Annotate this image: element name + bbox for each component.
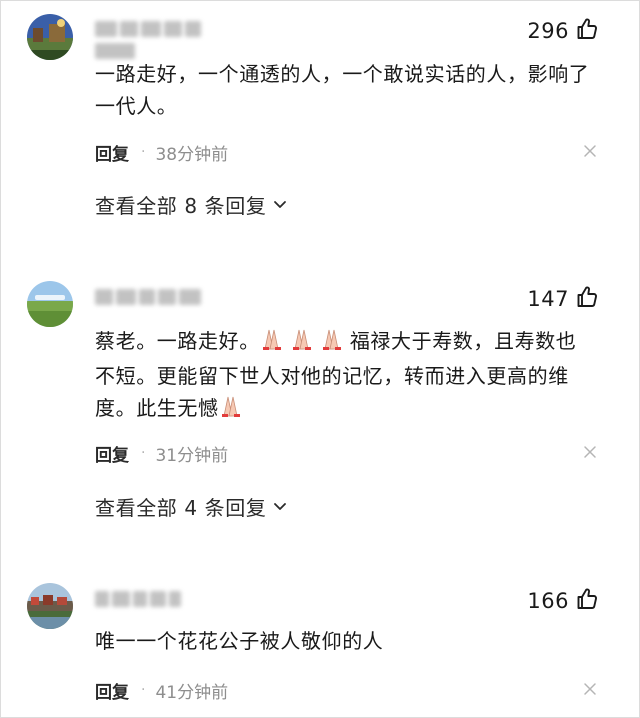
comment-text-part: 蔡老。一路走好。 [95, 329, 260, 353]
like-button[interactable]: 296 [527, 17, 599, 45]
close-icon[interactable] [583, 143, 597, 163]
username-blurred[interactable] [95, 19, 245, 59]
comment-time: 31分钟前 [155, 445, 229, 466]
thumbs-up-icon [575, 17, 599, 45]
folded-hands-emoji [219, 394, 247, 427]
like-button[interactable]: 147 [527, 285, 599, 313]
view-replies-label: 查看全部 8 条回复 [95, 194, 267, 218]
avatar[interactable] [27, 583, 73, 629]
close-icon[interactable] [583, 444, 597, 464]
comment-meta: 回复 · 31分钟前 [95, 441, 605, 466]
folded-hands-emoji [260, 327, 350, 360]
comment-meta: 回复 · 41分钟前 [95, 678, 605, 703]
like-count: 166 [527, 589, 569, 613]
avatar[interactable] [27, 14, 73, 60]
reply-button[interactable]: 回复 [95, 441, 129, 466]
comment-text: 唯一一个花花公子被人敬仰的人 [95, 629, 384, 653]
comment-text: 蔡老。一路走好。 福禄大于寿数，且寿数也不短。更能留下世人对他的记忆，转而进入更高… [95, 325, 595, 427]
separator-dot: · [141, 445, 146, 461]
thumbs-up-icon [575, 587, 599, 615]
comment-time: 41分钟前 [155, 682, 229, 703]
avatar[interactable] [27, 281, 73, 327]
reply-button[interactable]: 回复 [95, 140, 129, 165]
comment-time: 38分钟前 [155, 144, 229, 165]
comment-meta: 回复 · 38分钟前 [95, 140, 605, 165]
like-count: 147 [527, 287, 569, 311]
username-blurred[interactable] [95, 589, 185, 609]
separator-dot: · [141, 144, 146, 160]
reply-button[interactable]: 回复 [95, 678, 129, 703]
view-replies-button[interactable]: 查看全部 8 条回复 [95, 190, 288, 219]
chevron-down-icon [272, 495, 288, 519]
separator-dot: · [141, 682, 146, 698]
thumbs-up-icon [575, 285, 599, 313]
comment-feed: 296 一路走好，一个通透的人，一个敢说实话的人，影响了一代人。 回复 · 38… [0, 0, 640, 718]
like-button[interactable]: 166 [527, 587, 599, 615]
like-count: 296 [527, 19, 569, 43]
username-blurred[interactable] [95, 287, 205, 307]
comment-text: 一路走好，一个通透的人，一个敢说实话的人，影响了一代人。 [95, 62, 590, 118]
view-replies-label: 查看全部 4 条回复 [95, 496, 267, 520]
close-icon[interactable] [583, 681, 597, 701]
view-replies-button[interactable]: 查看全部 4 条回复 [95, 492, 288, 521]
chevron-down-icon [272, 193, 288, 217]
